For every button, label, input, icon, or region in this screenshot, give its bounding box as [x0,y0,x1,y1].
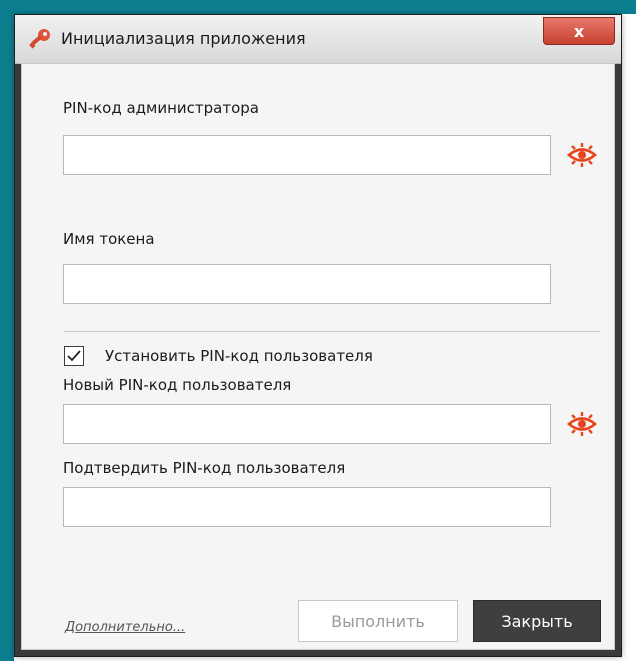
set-user-pin-checkbox[interactable] [64,346,84,366]
screen: Инициализация приложения x PIN-код админ… [0,0,636,661]
dialog-content: PIN-код администратора Имя токена Устано… [21,63,615,650]
key-icon [29,29,50,49]
new-user-pin-label: Новый PIN-код пользователя [63,376,292,394]
admin-pin-input[interactable] [63,135,551,175]
set-user-pin-label[interactable]: Установить PIN-код пользователя [105,347,373,365]
close-window-button[interactable]: x [543,17,615,45]
more-options-link[interactable]: Дополнительно... [65,620,185,635]
desktop-edge-left [0,0,14,661]
checkmark-icon [67,350,81,362]
close-button[interactable]: Закрыть [473,600,601,642]
close-icon: x [573,21,585,41]
confirm-user-pin-input[interactable] [63,487,551,527]
token-name-input[interactable] [63,264,551,304]
dialog-window: Инициализация приложения x PIN-код админ… [14,14,622,657]
eye-icon[interactable] [566,142,598,168]
eye-icon[interactable] [566,411,598,437]
confirm-user-pin-label: Подтвердить PIN-код пользователя [63,459,346,477]
token-name-label: Имя токена [63,230,155,248]
section-divider [64,331,600,332]
title-bar[interactable]: Инициализация приложения x [15,15,621,64]
desktop-edge-top [0,0,636,14]
execute-button[interactable]: Выполнить [298,600,458,642]
window-title: Инициализация приложения [61,29,306,48]
new-user-pin-input[interactable] [63,404,551,444]
admin-pin-label: PIN-код администратора [63,99,259,117]
